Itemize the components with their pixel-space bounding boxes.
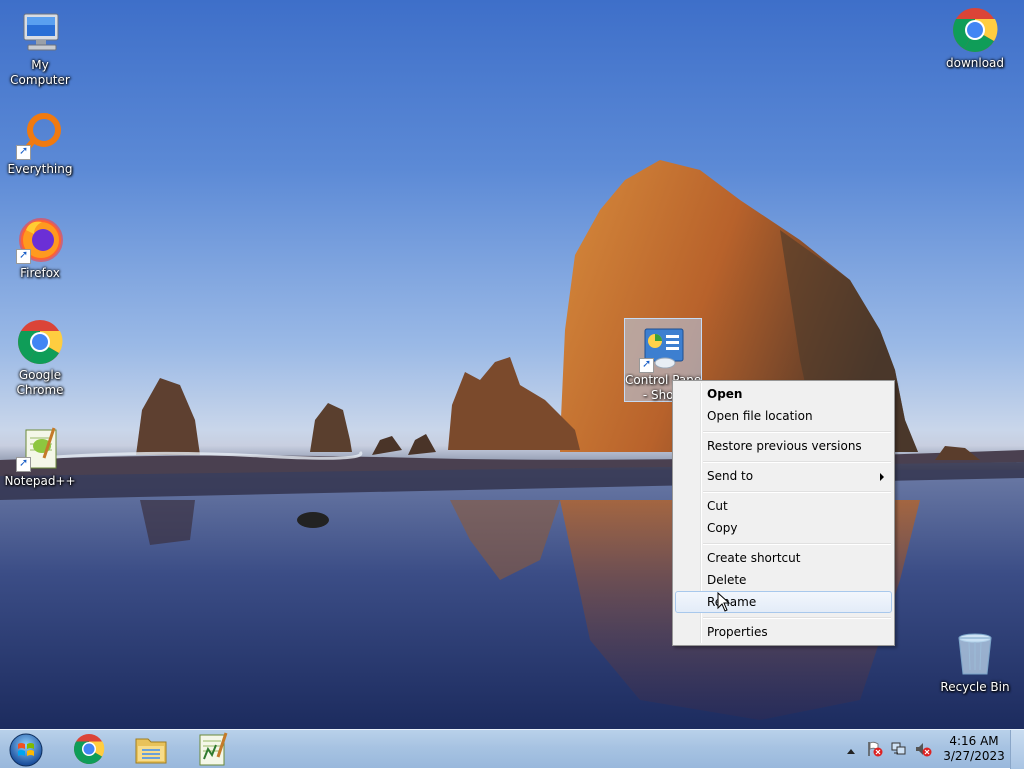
notepadpp-icon: [199, 732, 228, 766]
desktop-icon-google-chrome[interactable]: Google Chrome: [0, 318, 80, 398]
desktop-icon-label: Recycle Bin: [940, 680, 1010, 694]
taskbar-chrome-button[interactable]: [64, 731, 114, 767]
file-explorer-icon: [135, 738, 167, 764]
menu-separator: [703, 543, 891, 545]
menu-separator: [703, 461, 891, 463]
desktop-icon-everything[interactable]: Everything: [0, 112, 80, 177]
clock-date: 3/27/2023: [943, 749, 1005, 763]
taskbar-file-explorer-button[interactable]: [126, 731, 176, 767]
desktop-icon-firefox[interactable]: Firefox: [0, 216, 80, 281]
show-hidden-icon[interactable]: [846, 744, 856, 758]
menu-separator: [703, 617, 891, 619]
menu-separator: [703, 431, 891, 433]
shortcut-arrow-icon: [16, 248, 31, 264]
menu-item-create-shortcut[interactable]: Create shortcut: [675, 547, 892, 569]
submenu-arrow-icon: [880, 473, 884, 481]
desktop-icon-label: Firefox: [20, 266, 60, 280]
desktop-icon-recycle-bin[interactable]: Recycle Bin: [935, 630, 1015, 695]
menu-separator: [703, 491, 891, 493]
start-orb-icon: [9, 733, 43, 767]
desktop-icon-my-computer[interactable]: My Computer: [0, 8, 80, 88]
network-icon[interactable]: [890, 740, 908, 761]
chrome-icon: [951, 6, 999, 54]
menu-item-open[interactable]: Open: [675, 383, 892, 405]
menu-item-label: Send to: [707, 469, 754, 483]
chrome-icon: [16, 318, 64, 366]
desktop-icon-label: Notepad++: [4, 474, 76, 488]
context-menu: Open Open file location Restore previous…: [672, 380, 895, 646]
control-panel-icon: [639, 325, 687, 373]
desktop-icon-label: Everything: [7, 162, 73, 176]
menu-item-cut[interactable]: Cut: [675, 495, 892, 517]
menu-item-open-file-location[interactable]: Open file location: [675, 405, 892, 427]
taskbar-clock[interactable]: 4:16 AM 3/27/2023: [942, 734, 1006, 764]
desktop-icon-label: Google Chrome: [16, 368, 64, 397]
recycle-bin-icon: [951, 630, 999, 678]
show-desktop-button[interactable]: [1010, 730, 1024, 769]
action-center-flag-icon[interactable]: [866, 740, 884, 761]
firefox-icon: [16, 216, 64, 264]
desktop-icon-label: My Computer: [10, 58, 70, 87]
chrome-icon: [73, 734, 105, 765]
menu-item-restore-previous-versions[interactable]: Restore previous versions: [675, 435, 892, 457]
taskbar-notepadpp-button[interactable]: [188, 731, 238, 767]
clock-time: 4:16 AM: [949, 734, 999, 748]
taskbar: 4:16 AM 3/27/2023: [0, 729, 1024, 769]
desktop-icon-label: download: [945, 56, 1005, 70]
desktop-icon-download[interactable]: download: [935, 6, 1015, 71]
shortcut-arrow-icon: [16, 144, 31, 160]
volume-muted-icon[interactable]: [914, 740, 932, 761]
shortcut-arrow-icon: [639, 357, 654, 373]
everything-icon: [16, 112, 64, 160]
my-computer-icon: [16, 8, 64, 56]
desktop-icon-notepadpp[interactable]: Notepad++: [0, 424, 80, 489]
menu-item-properties[interactable]: Properties: [675, 621, 892, 643]
menu-item-rename[interactable]: Rename: [675, 591, 892, 613]
menu-item-send-to[interactable]: Send to: [675, 465, 892, 487]
menu-item-delete[interactable]: Delete: [675, 569, 892, 591]
shortcut-arrow-icon: [16, 456, 31, 472]
menu-item-copy[interactable]: Copy: [675, 517, 892, 539]
notepadpp-icon: [16, 424, 64, 472]
start-button[interactable]: [6, 732, 46, 768]
mouse-cursor-icon: [717, 591, 731, 615]
